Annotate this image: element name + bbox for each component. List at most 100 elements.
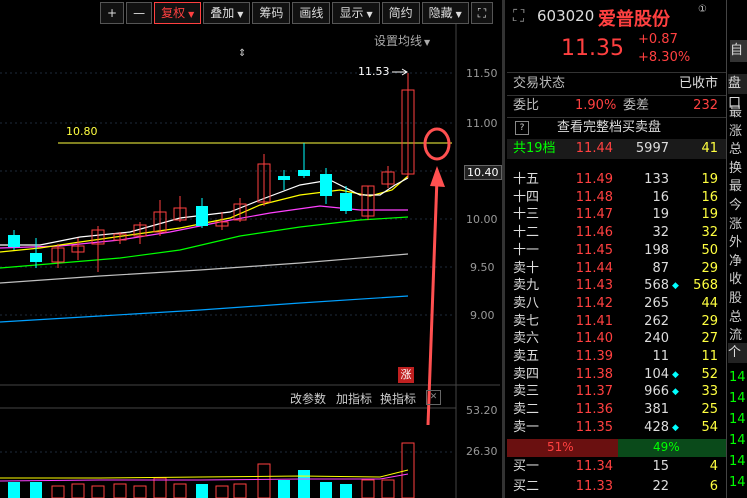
chevron-down-icon: ▼ — [366, 10, 373, 19]
side-label: 换 — [729, 160, 743, 176]
zoom-out-button[interactable]: — — [126, 2, 153, 24]
volume-axis-label: 26.30 — [466, 445, 498, 458]
bid-volume: 22 — [652, 479, 669, 494]
side-label: 涨 — [729, 216, 743, 232]
volume-bar — [381, 479, 395, 498]
chart-toolbar: + — 复权 ▼ 叠加 ▼ 筹码 画线 显示 ▼ 简约 隐藏 ▼ ⛶ — [100, 2, 495, 24]
edit-params-button[interactable]: 改参数 — [290, 390, 326, 407]
hide-label: 隐藏 — [428, 6, 453, 20]
hide-button[interactable]: 隐藏 ▼ — [421, 2, 469, 24]
volume-bar — [153, 477, 167, 498]
chevron-down-icon: ▼ — [188, 10, 195, 19]
side-label: 最 — [729, 179, 743, 195]
full-book-button[interactable]: 查看完整档买卖盘 — [557, 118, 661, 138]
bid-change: 6 — [709, 479, 718, 494]
candle-body — [8, 235, 20, 247]
swap-indicator-button[interactable]: 换指标 — [380, 390, 416, 407]
ask-change: 54 — [701, 419, 718, 435]
vol-ma-line — [0, 469, 409, 479]
bid-row[interactable]: 买二11.3322◆6 — [507, 477, 726, 497]
stock-code: 603020 — [537, 7, 595, 25]
current-price-tag: 10.40 — [464, 165, 502, 180]
side-label: 今 — [729, 198, 743, 213]
side-label: 流 — [729, 328, 743, 344]
ratio-left: 51% — [547, 440, 574, 454]
full-book-row[interactable]: ? 查看完整档买卖盘 — [507, 118, 726, 138]
summary-price: 11.44 — [575, 141, 613, 156]
stock-expand-icon[interactable]: ⛶ — [513, 6, 524, 26]
divider — [507, 72, 726, 73]
bid-price: 11.33 — [575, 479, 613, 494]
overlay-label: 叠加 — [210, 6, 235, 20]
diamond-icon: ◆ — [672, 422, 679, 433]
chips-button[interactable]: 筹码 — [252, 2, 291, 24]
candle-body — [30, 253, 42, 262]
display-button[interactable]: 显示 ▼ — [332, 2, 380, 24]
kline-chart[interactable]: 设置均线 ▼ ⇕ 11.53 10.80 11.50 11.00 10.40 10… — [0, 24, 502, 498]
bid-row[interactable]: 买一11.3415◆4 — [507, 457, 726, 477]
ma120-line — [0, 295, 409, 323]
side-label: 净 — [729, 253, 743, 269]
price-change: +0.87 — [638, 32, 678, 47]
volume-bar — [30, 482, 42, 498]
add-indicator-button[interactable]: 加指标 — [336, 390, 372, 407]
side-label: 最 — [729, 105, 743, 120]
quote-panel: ⛶ 603020 爱普股份 ① 11.35 +0.87 +8.30% 交易状态 … — [507, 0, 726, 498]
info-icon[interactable]: ① — [698, 4, 707, 15]
fuquan-button[interactable]: 复权 ▼ — [154, 2, 202, 24]
side-label: 涨 — [729, 123, 743, 139]
ratio-right: 49% — [653, 440, 680, 454]
arrow-head-icon — [430, 166, 445, 187]
price-axis-label: 11.50 — [466, 67, 498, 80]
weicha-value: 232 — [693, 98, 718, 113]
chevron-down-icon: ▼ — [237, 10, 244, 19]
volume-bar — [173, 483, 187, 498]
candle-body — [278, 176, 290, 180]
last-price: 11.35 — [561, 36, 624, 61]
price-change-pct: +8.30% — [638, 50, 691, 65]
self-select-button[interactable]: 自 — [730, 40, 747, 62]
side-value: 14 — [729, 454, 746, 469]
candle-body — [340, 193, 352, 211]
expand-icon[interactable]: ⛶ — [470, 2, 494, 24]
volume-bar — [278, 480, 290, 498]
side-label: 总 — [729, 142, 743, 158]
fuquan-label: 复权 — [161, 6, 186, 20]
summary-chg: 41 — [701, 141, 718, 156]
question-icon: ? — [515, 121, 529, 135]
summary-vol: 5997 — [635, 141, 669, 156]
side-value: 14 — [729, 475, 746, 490]
drag-handle-icon[interactable]: ⇕ — [238, 48, 246, 59]
candle-body — [196, 206, 208, 226]
set-ma-button[interactable]: 设置均线 ▼ — [374, 32, 430, 49]
book-summary-row: 共19档 11.44 5997 41 — [507, 139, 726, 159]
volume-bar — [233, 483, 247, 498]
side-value: 14 — [729, 412, 746, 427]
tab-pankou[interactable]: 盘口 — [728, 74, 747, 111]
draw-line-button[interactable]: 画线 — [292, 2, 331, 24]
simple-button[interactable]: 简约 — [381, 2, 420, 24]
volume-bar — [51, 485, 65, 498]
zoom-in-button[interactable]: + — [100, 2, 125, 24]
tab-individual[interactable]: 个 — [728, 343, 747, 363]
overlay-button[interactable]: 叠加 ▼ — [203, 2, 251, 24]
ask-volume: 428 — [644, 419, 669, 435]
side-value: 14 — [729, 370, 746, 385]
chevron-down-icon: ▼ — [424, 38, 431, 47]
side-divider — [726, 0, 727, 498]
side-label: 外 — [729, 235, 743, 251]
volume-bar — [215, 485, 229, 498]
close-icon[interactable]: ✕ — [426, 390, 441, 405]
ask-row[interactable]: 卖一 11.35 428 ◆ 54 — [507, 418, 726, 438]
panel-divider[interactable] — [502, 0, 505, 498]
side-label: 股 — [729, 291, 743, 306]
volume-axis-label: 53.20 — [466, 404, 498, 417]
limit-up-badge: 涨 — [398, 367, 414, 383]
summary-name: 共19档 — [513, 141, 556, 156]
status-label: 交易状态 — [513, 76, 566, 91]
weibi-row: 委比 1.90% 委差 232 — [507, 96, 726, 116]
side-value: 14 — [729, 433, 746, 448]
weibi-label: 委比 — [513, 98, 540, 113]
volume-bar — [361, 479, 375, 498]
side-label: 收 — [729, 272, 743, 288]
